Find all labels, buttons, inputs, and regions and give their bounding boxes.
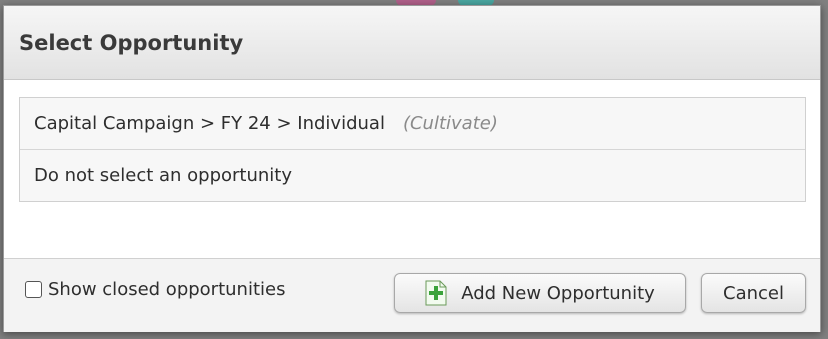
show-closed-label: Show closed opportunities (48, 279, 286, 300)
cancel-button[interactable]: Cancel (701, 273, 806, 313)
add-new-opportunity-label: Add New Opportunity (461, 282, 655, 304)
opportunity-list: Capital Campaign > FY 24 > Individual (C… (19, 97, 806, 202)
add-document-icon (425, 280, 447, 306)
show-closed-toggle[interactable]: Show closed opportunities (25, 279, 285, 300)
dialog-titlebar: Select Opportunity (4, 6, 820, 80)
select-opportunity-dialog: Select Opportunity Capital Campaign > FY… (3, 5, 821, 332)
dialog-title: Select Opportunity (19, 30, 244, 55)
dialog-footer: Show closed opportunities Add New Opport… (4, 258, 820, 332)
opportunity-stage: (Cultivate) (402, 113, 498, 134)
cancel-label: Cancel (723, 282, 784, 304)
opportunity-label: Do not select an opportunity (34, 165, 293, 186)
opportunity-item-capital-campaign[interactable]: Capital Campaign > FY 24 > Individual (C… (20, 98, 805, 149)
show-closed-checkbox[interactable] (25, 281, 42, 298)
opportunity-label: Capital Campaign > FY 24 > Individual (34, 113, 385, 134)
add-new-opportunity-button[interactable]: Add New Opportunity (394, 273, 686, 313)
opportunity-item-none[interactable]: Do not select an opportunity (20, 149, 805, 201)
